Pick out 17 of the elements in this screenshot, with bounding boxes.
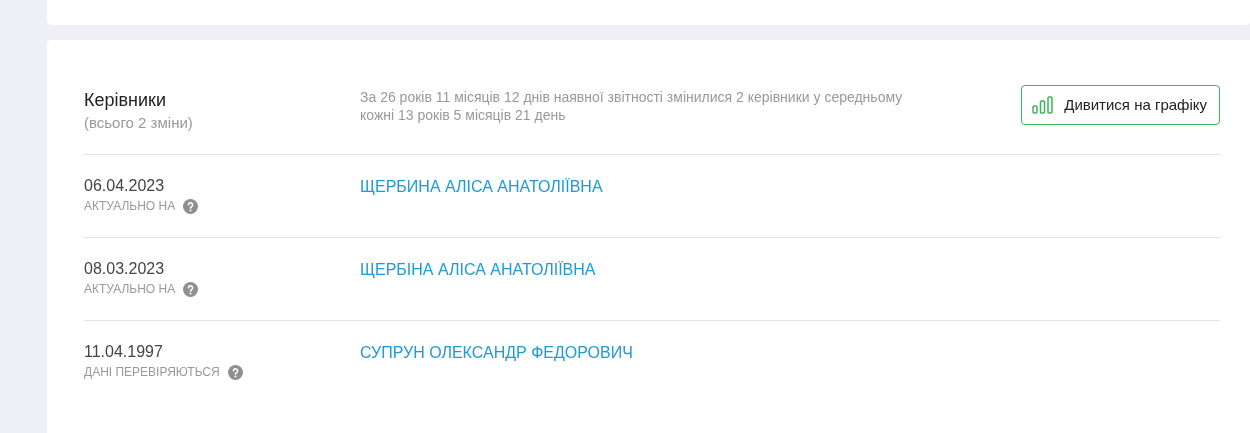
help-icon[interactable]	[183, 198, 199, 214]
help-icon[interactable]	[183, 281, 199, 297]
section-subtitle: (всього 2 зміни)	[84, 113, 194, 133]
date-text: 06.04.2023	[84, 176, 166, 196]
date-text: 11.04.1997	[84, 342, 164, 362]
status-label: АКТУАЛЬНО НА	[84, 198, 176, 215]
chart-button[interactable]: Дивитися на графіку	[1021, 85, 1220, 125]
person-link[interactable]: СУПРУН ОЛЕКСАНДР ФЕДОРОВИЧ	[360, 344, 633, 361]
date-text: 08.03.2023	[84, 259, 166, 279]
status-label: АКТУАЛЬНО НА	[84, 281, 176, 298]
section-title: Керівники	[84, 89, 167, 112]
status-label: ДАНІ ПЕРЕВІРЯЮТЬСЯ	[84, 364, 220, 381]
person-link[interactable]: ЩЕРБІНА АЛІСА АНАТОЛІЇВНА	[360, 261, 596, 278]
person-link[interactable]: ЩЕРБИНА АЛІСА АНАТОЛІЇВНА	[360, 178, 603, 195]
bar-chart-icon	[1032, 96, 1055, 114]
summary-text: За 26 років 11 місяців 12 днів наявної звітності змінилися 2 керівники у середньому кожні 13 років 5 місяців 21 день	[360, 88, 904, 124]
help-icon[interactable]	[227, 364, 243, 380]
